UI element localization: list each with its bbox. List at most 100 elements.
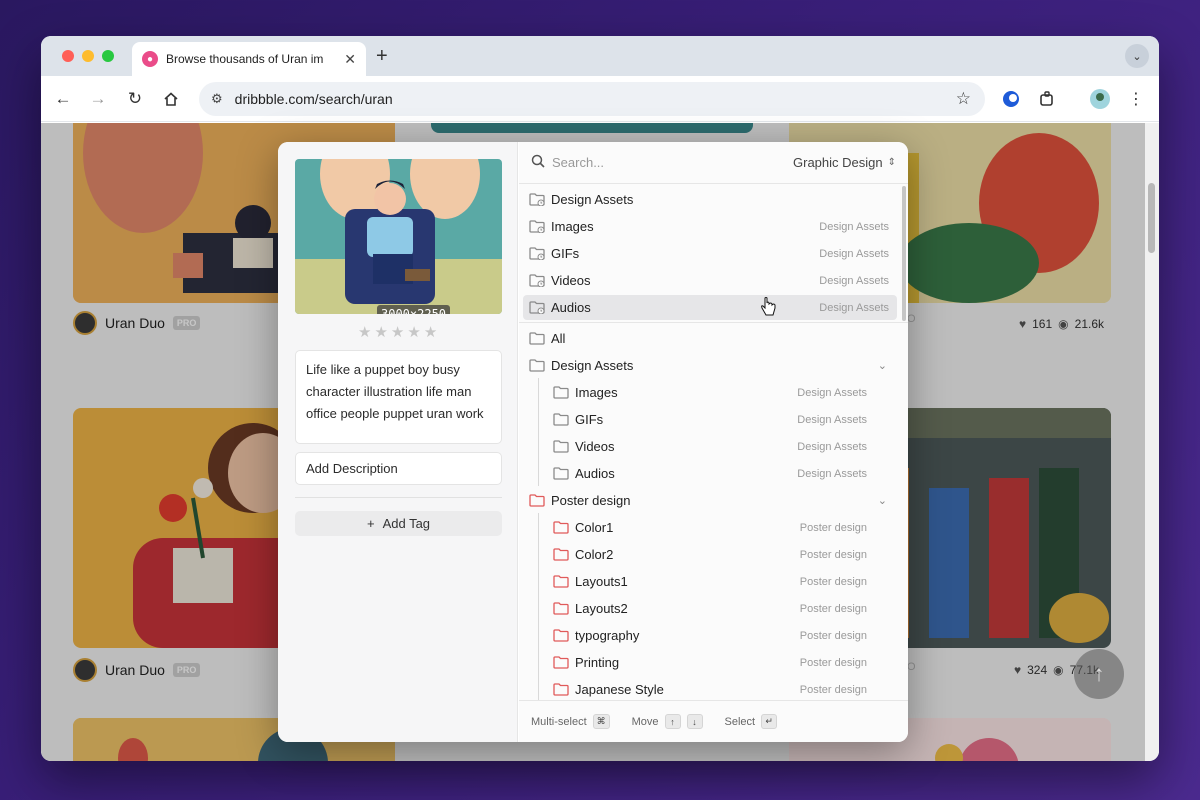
folder-red-icon: [553, 683, 569, 696]
profile-avatar[interactable]: [1090, 89, 1110, 109]
folder-parent-path: Design Assets: [819, 247, 889, 260]
minimize-window-button[interactable]: [82, 50, 94, 62]
folder-tree-item[interactable]: Design Assets ⌄: [523, 353, 897, 378]
folder-tree-item[interactable]: Images Design Assets: [523, 380, 897, 405]
star-icon[interactable]: ★: [391, 323, 404, 341]
folder-tree-item[interactable]: Videos Design Assets: [523, 434, 897, 459]
folder-tree-item[interactable]: GIFs Design Assets: [523, 407, 897, 432]
folder-parent-path: Poster design: [799, 521, 867, 534]
reload-icon[interactable]: ↻: [123, 87, 147, 111]
image-dimensions: 3000×2250: [377, 305, 451, 314]
extension-blue-icon[interactable]: [1001, 89, 1021, 109]
chevron-down-icon[interactable]: ⌄: [878, 359, 887, 372]
arrow-up-key-icon: ↑: [664, 714, 681, 729]
recent-folder-icon: [529, 274, 545, 288]
folder-parent-path: Poster design: [799, 575, 867, 588]
folder-tree-item[interactable]: Poster design ⌄: [523, 488, 897, 513]
extensions-puzzle-icon[interactable]: [1037, 89, 1057, 109]
page-scrollbar[interactable]: [1145, 123, 1159, 761]
recent-folder-icon: [529, 193, 545, 207]
tree-guide-line: [538, 513, 539, 700]
folder-parent-path: Poster design: [799, 602, 867, 615]
window-controls: [62, 50, 114, 62]
folder-red-icon: [553, 602, 569, 615]
tab-search-chevron-icon[interactable]: ⌄: [1125, 44, 1149, 68]
home-icon[interactable]: [159, 87, 183, 111]
folder-list: Design Assets Images Design Assets GIFs Desi…: [519, 185, 908, 700]
chevron-down-icon[interactable]: ⌄: [878, 494, 887, 507]
folder-parent-path: Design Assets: [797, 440, 867, 453]
recent-folder-icon: [529, 247, 545, 261]
note-field[interactable]: Life like a puppet boy busy character il…: [295, 350, 502, 444]
folder-list-scrollbar[interactable]: [902, 186, 906, 321]
folder-label: Design Assets: [551, 192, 634, 207]
folder-tree-item[interactable]: typography Poster design: [523, 623, 897, 648]
multi-select-hint: Multi-select: [531, 715, 587, 728]
bookmark-star-icon[interactable]: ☆: [956, 89, 971, 109]
folder-label: Images: [575, 385, 618, 400]
chevron-updown-icon[interactable]: ⇕: [888, 157, 896, 168]
recent-folder-item[interactable]: GIFs Design Assets: [523, 241, 897, 266]
folder-red-icon: [553, 629, 569, 642]
search-icon: [531, 154, 545, 171]
star-icon[interactable]: ★: [358, 323, 371, 341]
folder-tree-item[interactable]: Layouts2 Poster design: [523, 596, 897, 621]
address-bar[interactable]: ⚙ dribbble.com/search/uran ☆: [199, 82, 985, 116]
folder-tree-item[interactable]: Color2 Poster design: [523, 542, 897, 567]
folder-label: Videos: [551, 273, 591, 288]
image-preview: 3000×2250: [295, 159, 502, 314]
forward-arrow-icon[interactable]: →: [86, 87, 110, 111]
folder-icon: [553, 467, 569, 480]
folder-label: GIFs: [575, 412, 604, 427]
section-divider: [519, 322, 908, 323]
folder-label: Design Assets: [551, 358, 634, 373]
folder-label: Audios: [551, 300, 591, 315]
select-hint: Select: [724, 715, 756, 728]
folder-tree-item[interactable]: Layouts1 Poster design: [523, 569, 897, 594]
rating-stars[interactable]: ★ ★ ★ ★ ★: [358, 323, 437, 341]
folder-tree-item[interactable]: All: [523, 326, 897, 351]
folder-tree-item[interactable]: Audios Design Assets: [523, 461, 897, 486]
star-icon[interactable]: ★: [424, 323, 437, 341]
zoom-window-button[interactable]: [102, 50, 114, 62]
folder-icon: [553, 386, 569, 399]
close-window-button[interactable]: [62, 50, 74, 62]
description-field[interactable]: Add Description: [295, 452, 502, 485]
recent-folder-item[interactable]: Videos Design Assets: [523, 268, 897, 293]
recent-folder-icon: [529, 301, 545, 315]
folder-label: typography: [575, 628, 640, 643]
folder-icon: [529, 332, 545, 345]
recent-folder-item[interactable]: Audios Design Assets: [523, 295, 897, 320]
page-scrollbar-thumb[interactable]: [1148, 183, 1155, 253]
dribbble-favicon-icon: ●: [142, 51, 158, 67]
recent-folder-icon: [529, 220, 545, 234]
star-icon[interactable]: ★: [407, 323, 420, 341]
new-tab-icon[interactable]: +: [376, 45, 388, 68]
browser-menu-icon[interactable]: ⋮: [1126, 89, 1146, 109]
recent-folder-item[interactable]: Design Assets: [523, 187, 897, 212]
save-to-folder-dialog: 3000×2250 ★ ★ ★ ★ ★ Life like a puppet b…: [278, 142, 908, 742]
folder-tree-item[interactable]: Japanese Style Poster design: [523, 677, 897, 700]
tab-close-icon[interactable]: ✕: [344, 51, 356, 68]
folder-red-icon: [553, 656, 569, 669]
folder-parent-path: Poster design: [799, 656, 867, 669]
url-text[interactable]: dribbble.com/search/uran: [235, 91, 393, 107]
folder-tree-item[interactable]: Printing Poster design: [523, 650, 897, 675]
recent-folder-item[interactable]: Images Design Assets: [523, 214, 897, 239]
folder-search-input[interactable]: Search...: [552, 155, 793, 170]
tab-title: Browse thousands of Uran im: [166, 52, 324, 66]
folder-tree-item[interactable]: Color1 Poster design: [523, 515, 897, 540]
folder-red-icon: [553, 575, 569, 588]
folder-parent-path: Design Assets: [797, 413, 867, 426]
command-key-icon: ⌘: [592, 714, 610, 729]
scroll-to-top-button[interactable]: ↑: [1074, 649, 1124, 699]
browser-tab[interactable]: ● Browse thousands of Uran im ✕: [132, 42, 366, 76]
star-icon[interactable]: ★: [374, 323, 387, 341]
back-arrow-icon[interactable]: ←: [51, 87, 75, 111]
site-settings-icon[interactable]: ⚙: [211, 91, 223, 107]
divider: [295, 497, 502, 498]
add-tag-button[interactable]: + Add Tag: [295, 511, 502, 536]
folder-icon: [553, 440, 569, 453]
library-selector[interactable]: Graphic Design: [793, 155, 883, 170]
tree-guide-line: [538, 378, 539, 486]
